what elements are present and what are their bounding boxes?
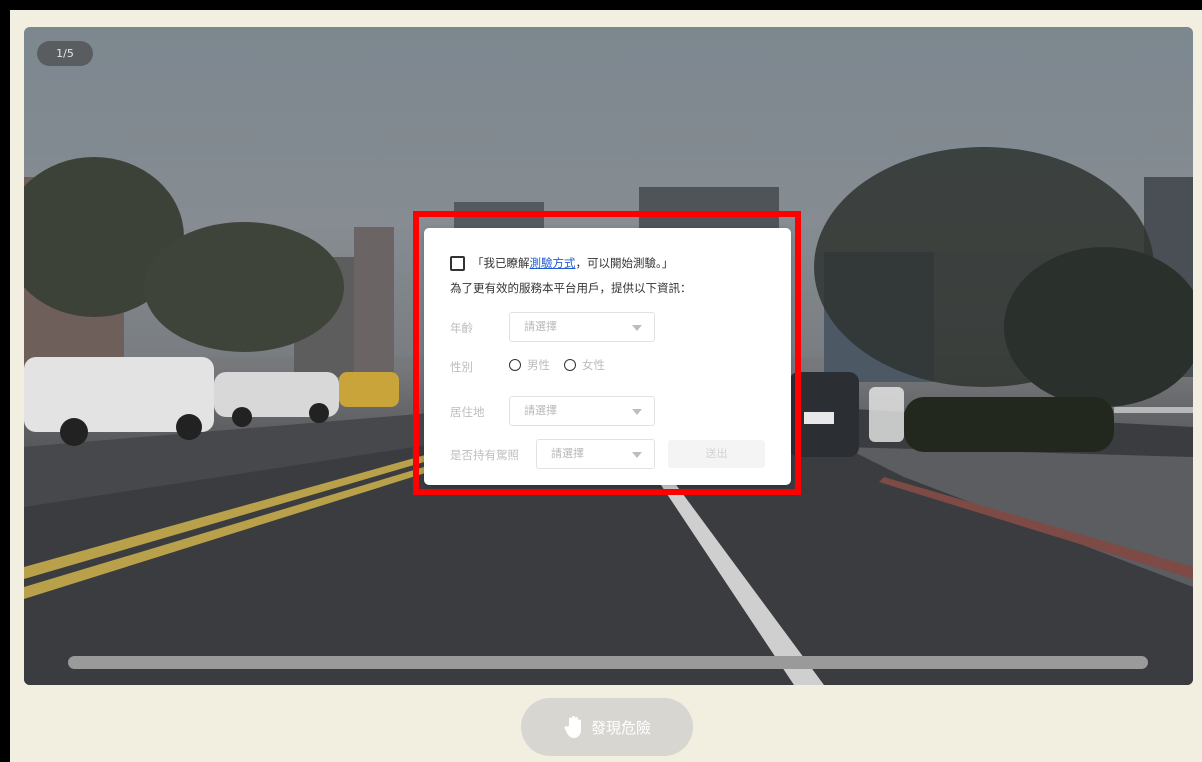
gender-option-male[interactable]: 男性 bbox=[509, 357, 550, 373]
residence-select[interactable]: 請選擇 bbox=[509, 396, 655, 426]
info-dialog: 「我已瞭解 測驗方式 ，可以開始測驗。」 為了更有效的服務本平台用戶，提供以下資訊：… bbox=[424, 228, 791, 485]
test-method-link[interactable]: 測驗方式 bbox=[530, 255, 576, 271]
video-counter: 1/5 bbox=[37, 41, 93, 66]
agree-row: 「我已瞭解 測驗方式 ，可以開始測驗。」 bbox=[450, 255, 673, 271]
caret-down-icon bbox=[632, 452, 642, 458]
video-progress-bar[interactable] bbox=[68, 656, 1148, 669]
report-danger-button[interactable]: 發現危險 bbox=[521, 698, 693, 756]
age-select[interactable]: 請選擇 bbox=[509, 312, 655, 342]
caret-down-icon bbox=[632, 325, 642, 331]
gender-label: 性別 bbox=[450, 360, 473, 374]
residence-label: 居住地 bbox=[450, 405, 485, 419]
submit-button[interactable]: 送出 bbox=[668, 440, 765, 468]
residence-select-value: 請選擇 bbox=[524, 404, 557, 417]
report-danger-label: 發現危險 bbox=[590, 718, 651, 737]
license-select-value: 請選擇 bbox=[551, 447, 584, 460]
license-label: 是否持有駕照 bbox=[450, 448, 519, 462]
gender-option-female[interactable]: 女性 bbox=[564, 357, 605, 373]
license-select[interactable]: 請選擇 bbox=[536, 439, 655, 469]
gender-option-label: 男性 bbox=[527, 358, 550, 372]
gender-option-label: 女性 bbox=[582, 358, 605, 372]
gender-radio-group: 男性 女性 bbox=[509, 357, 619, 373]
page: 1/5 「我已瞭解 測驗方式 ，可以開始測驗。」 為了更有效的服務本平台用戶，提供以… bbox=[10, 10, 1202, 762]
agree-text-prefix: 「我已瞭解 bbox=[472, 256, 530, 270]
age-select-value: 請選擇 bbox=[524, 320, 557, 333]
agree-checkbox[interactable] bbox=[450, 255, 465, 271]
caret-down-icon bbox=[632, 409, 642, 415]
radio-icon[interactable] bbox=[509, 359, 521, 371]
radio-icon[interactable] bbox=[564, 359, 576, 371]
hand-icon bbox=[564, 716, 581, 738]
intro-text: 為了更有效的服務本平台用戶，提供以下資訊： bbox=[450, 281, 692, 295]
agree-text-suffix: ，可以開始測驗。」 bbox=[575, 256, 674, 270]
age-label: 年齡 bbox=[450, 321, 473, 335]
